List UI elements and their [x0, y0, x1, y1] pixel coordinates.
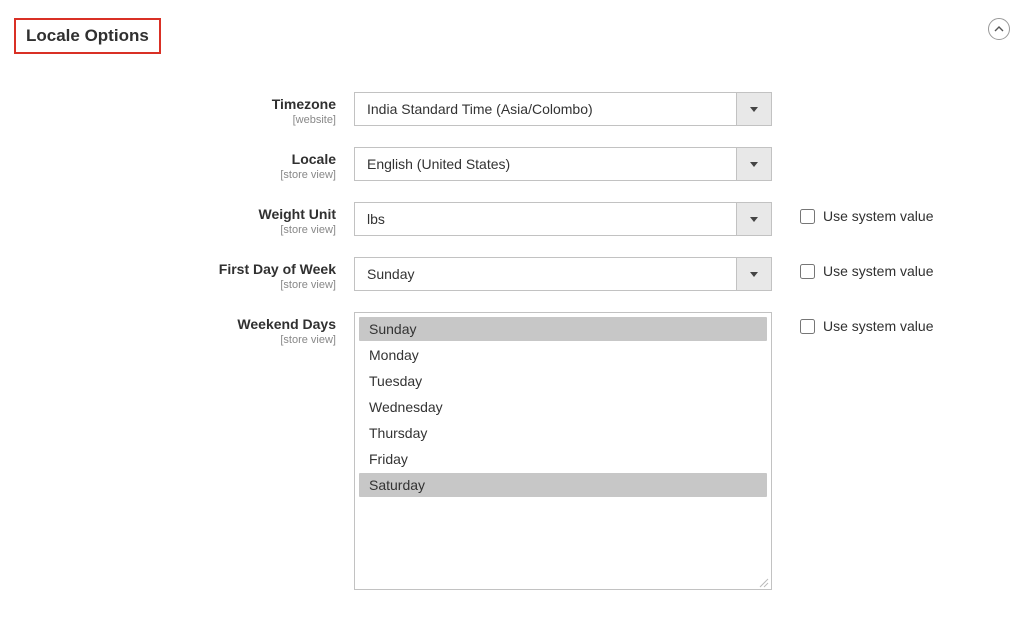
resize-handle-icon[interactable]: [757, 575, 769, 587]
weight-unit-value: lbs: [355, 203, 736, 235]
section-title: Locale Options: [14, 18, 161, 54]
weekend-days-option[interactable]: Tuesday: [359, 369, 767, 393]
locale-value: English (United States): [355, 148, 736, 180]
weekend-days-option[interactable]: Sunday: [359, 317, 767, 341]
first-day-select[interactable]: Sunday: [354, 257, 772, 291]
chevron-down-icon: [736, 203, 771, 235]
weekend-days-option[interactable]: Saturday: [359, 473, 767, 497]
collapse-button[interactable]: [988, 18, 1010, 40]
weekend-days-system-checkbox[interactable]: [800, 319, 815, 334]
first-day-label: First Day of Week: [14, 261, 336, 278]
timezone-label: Timezone: [14, 96, 336, 113]
weekend-days-option[interactable]: Thursday: [359, 421, 767, 445]
locale-select[interactable]: English (United States): [354, 147, 772, 181]
chevron-down-icon: [736, 93, 771, 125]
first-day-system-label: Use system value: [823, 263, 933, 279]
chevron-down-icon: [736, 258, 771, 290]
locale-label: Locale: [14, 151, 336, 168]
weekend-days-multiselect[interactable]: Sunday Monday Tuesday Wednesday Thursday…: [354, 312, 772, 590]
first-day-system-checkbox[interactable]: [800, 264, 815, 279]
weekend-days-option[interactable]: Friday: [359, 447, 767, 471]
timezone-scope: [website]: [14, 114, 336, 127]
weight-unit-system-checkbox[interactable]: [800, 209, 815, 224]
weekend-days-scope: [store view]: [14, 334, 336, 347]
timezone-select[interactable]: India Standard Time (Asia/Colombo): [354, 92, 772, 126]
chevron-down-icon: [736, 148, 771, 180]
weight-unit-select[interactable]: lbs: [354, 202, 772, 236]
locale-scope: [store view]: [14, 169, 336, 182]
weight-unit-label: Weight Unit: [14, 206, 336, 223]
first-day-value: Sunday: [355, 258, 736, 290]
weight-unit-system-label: Use system value: [823, 208, 933, 224]
weekend-days-option[interactable]: Monday: [359, 343, 767, 367]
weight-unit-scope: [store view]: [14, 224, 336, 237]
first-day-scope: [store view]: [14, 279, 336, 292]
weekend-days-label: Weekend Days: [14, 316, 336, 333]
timezone-value: India Standard Time (Asia/Colombo): [355, 93, 736, 125]
weekend-days-option[interactable]: Wednesday: [359, 395, 767, 419]
weekend-days-system-label: Use system value: [823, 318, 933, 334]
